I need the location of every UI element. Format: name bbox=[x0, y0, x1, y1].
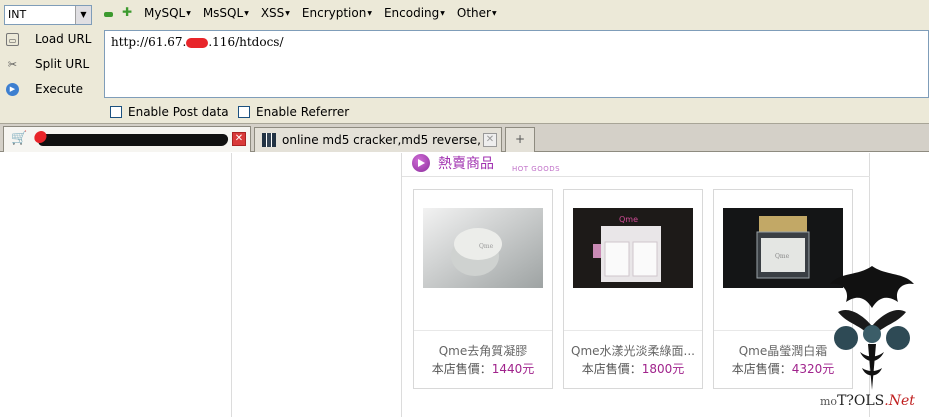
enable-post-data-checkbox[interactable]: Enable Post data bbox=[110, 105, 229, 119]
middle-column bbox=[232, 153, 402, 417]
play-icon: ▶ bbox=[6, 83, 19, 96]
execute-button[interactable]: ▶ Execute bbox=[0, 79, 100, 101]
page-content: 熱賣商品 HOT GOODS Qme Qme去角質凝膠 本店售價：1440元 Q… bbox=[0, 153, 929, 417]
watermark-text: moT?OLS.Net bbox=[820, 393, 915, 409]
new-tab-button[interactable]: + bbox=[505, 127, 535, 152]
hot-goods-section: 熱賣商品 HOT GOODS Qme Qme去角質凝膠 本店售價：1440元 Q… bbox=[402, 153, 870, 417]
url-textarea[interactable]: http://61.67. .116/htdocs/ bbox=[104, 30, 929, 98]
split-url-button[interactable]: ✂ Split URL bbox=[0, 54, 100, 76]
product-name[interactable]: Qme去角質凝膠 bbox=[414, 342, 552, 359]
tab-current-site[interactable]: 🛒 ✕ bbox=[3, 126, 251, 152]
redaction-mark bbox=[186, 37, 209, 48]
menu-mysql[interactable]: MySQL▼ bbox=[144, 6, 191, 20]
product-card[interactable]: Qme Qme去角質凝膠 本店售價：1440元 bbox=[413, 189, 553, 389]
injection-type-select[interactable]: INT ▼ bbox=[4, 5, 92, 25]
load-url-icon: ▭ bbox=[6, 33, 19, 46]
tab-md5-cracker[interactable]: online md5 cracker,md5 reverse, ... ✕ bbox=[254, 127, 502, 152]
menu-encryption[interactable]: Encryption▼ bbox=[302, 6, 372, 20]
svg-text:Qme: Qme bbox=[775, 253, 790, 260]
svg-text:Qme: Qme bbox=[619, 215, 638, 224]
product-image[interactable]: Qme bbox=[423, 208, 543, 288]
close-tab-icon[interactable]: ✕ bbox=[232, 132, 246, 146]
menu-other[interactable]: Other▼ bbox=[457, 6, 497, 20]
close-tab-icon[interactable]: ✕ bbox=[483, 133, 497, 147]
type-select-value: INT bbox=[8, 8, 27, 21]
tribal-dragon-watermark bbox=[818, 262, 926, 414]
redaction-scribble bbox=[37, 134, 229, 146]
play-badge-icon bbox=[412, 154, 430, 172]
product-price-row: 本店售價：1440元 bbox=[431, 362, 535, 376]
left-column bbox=[0, 153, 232, 417]
grid-favicon-icon bbox=[262, 133, 276, 147]
product-card[interactable]: Qme Qme水漾光淡柔綠面... 本店售價：1800元 bbox=[563, 189, 703, 389]
decrease-icon[interactable] bbox=[104, 12, 113, 17]
shopping-cart-icon: 🛒 bbox=[11, 131, 28, 146]
product-price-row: 本店售價：1800元 bbox=[581, 362, 685, 376]
increase-icon[interactable]: ✚ bbox=[122, 6, 132, 18]
section-subtitle: HOT GOODS bbox=[512, 165, 561, 173]
hot-goods-header: 熱賣商品 HOT GOODS bbox=[402, 153, 870, 177]
enable-referrer-checkbox[interactable]: Enable Referrer bbox=[238, 105, 349, 119]
menu-encoding[interactable]: Encoding▼ bbox=[384, 6, 445, 20]
svg-text:Qme: Qme bbox=[479, 243, 494, 250]
hackbar-toolbar: INT ▼ ✚ MySQL▼ MsSQL▼ XSS▼ Encryption▼ E… bbox=[0, 0, 929, 124]
scissors-icon: ✂ bbox=[7, 58, 18, 71]
product-name[interactable]: Qme水漾光淡柔綠面... bbox=[564, 342, 702, 359]
hackbar-menu: MySQL▼ MsSQL▼ XSS▼ Encryption▼ Encoding▼… bbox=[144, 6, 509, 20]
chevron-down-icon[interactable]: ▼ bbox=[75, 6, 91, 24]
tab-bar: 🛒 ✕ online md5 cracker,md5 reverse, ... … bbox=[0, 124, 929, 152]
load-url-button[interactable]: ▭ Load URL bbox=[0, 29, 100, 51]
menu-mssql[interactable]: MsSQL▼ bbox=[203, 6, 249, 20]
menu-xss[interactable]: XSS▼ bbox=[261, 6, 290, 20]
section-title: 熱賣商品 bbox=[438, 156, 494, 172]
product-image[interactable]: Qme bbox=[573, 208, 693, 288]
